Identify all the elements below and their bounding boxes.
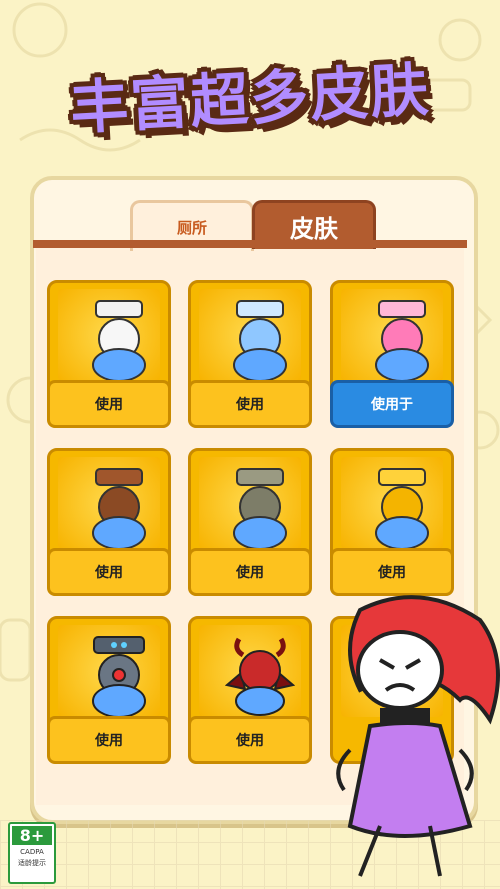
use-button[interactable]: 使用 [188,380,312,428]
skin-card-wood[interactable]: 使用 [47,448,171,596]
skin-card-gold[interactable]: 使用 [330,448,454,596]
use-button[interactable]: 使用 [47,380,171,428]
toilet-preview [58,457,160,550]
tab-underline [33,240,467,248]
age-rating: 8+ [12,826,52,845]
skin-card-demon[interactable]: 使用 [188,616,312,764]
toilet-gold-icon [375,468,429,550]
girl-character-illustration [336,595,500,877]
use-button-selected[interactable]: 使用于 [330,380,454,428]
use-button[interactable]: 使用 [47,548,171,596]
age-rating-org: CADPA [20,848,44,856]
toilet-preview [58,289,160,382]
toilet-white-icon [92,300,146,382]
toilet-pink-icon [375,300,429,382]
toilet-preview [199,625,301,717]
skin-card-stone[interactable]: 使用 [188,448,312,596]
use-button[interactable]: 使用 [188,716,312,764]
use-button[interactable]: 使用 [188,548,312,596]
use-button[interactable]: 使用 [330,548,454,596]
age-rating-note: 适龄提示 [18,859,46,867]
skin-card-white[interactable]: 使用 [47,280,171,428]
toilet-light-blue-icon [233,300,287,382]
skin-card-pink[interactable]: 使用于 [330,280,454,428]
toilet-robot-icon [92,636,146,718]
toilet-demon-icon [225,637,295,716]
toilet-wood-icon [92,468,146,550]
toilet-preview [199,289,301,382]
toilet-stone-icon [233,468,287,550]
toilet-preview [199,457,301,550]
toilet-preview [341,457,443,550]
toilet-preview [341,289,443,382]
age-rating-badge: 8+ CADPA 适龄提示 [8,822,56,884]
skin-card-robot[interactable]: 使用 [47,616,171,764]
use-button[interactable]: 使用 [47,716,171,764]
skin-card-light-blue[interactable]: 使用 [188,280,312,428]
toilet-preview [58,625,160,718]
